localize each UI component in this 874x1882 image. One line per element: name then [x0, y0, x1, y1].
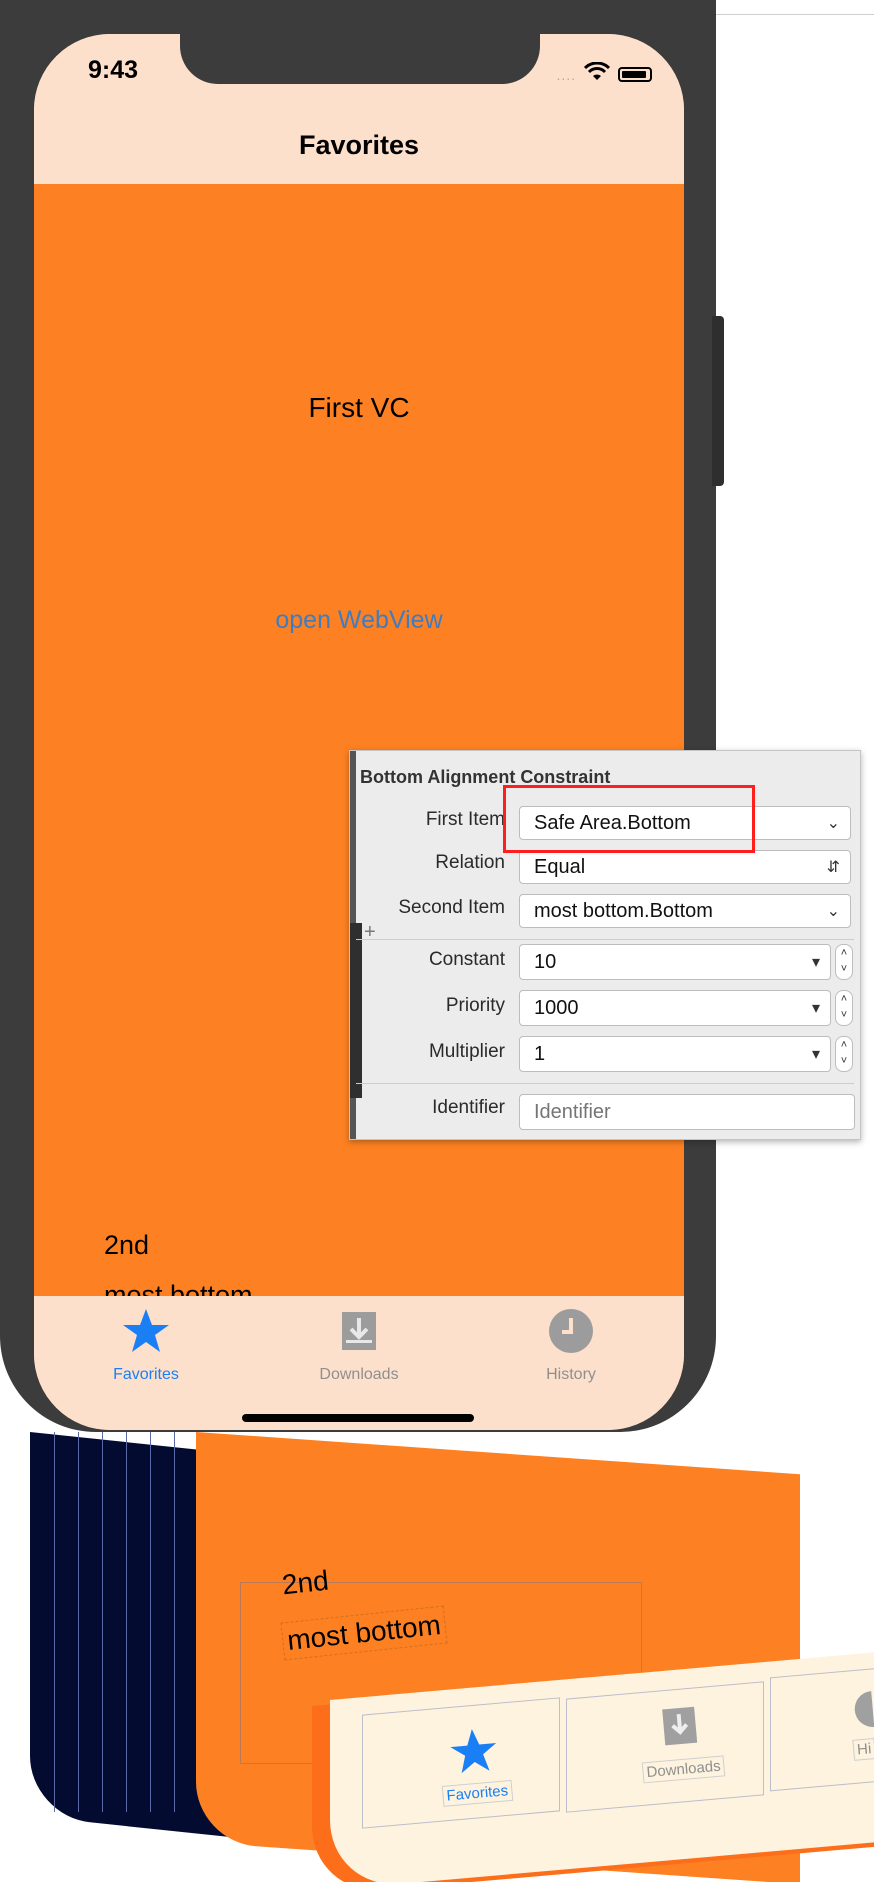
dropdown-triangle-icon: ▾ — [811, 1000, 820, 1017]
wifi-icon — [583, 61, 611, 87]
chevron-down-icon: ⌄ — [826, 815, 840, 832]
layer-edge — [174, 1432, 175, 1812]
relation-value: Equal — [534, 855, 586, 878]
multiplier-label: Multiplier — [428, 1041, 505, 1062]
layer-edge — [126, 1432, 127, 1812]
star-icon — [121, 1306, 171, 1356]
multiplier-stepper[interactable]: ˄ ˅ — [835, 1036, 853, 1072]
dropdown-triangle-icon: ▾ — [811, 954, 820, 971]
identifier-label: Identifier — [432, 1097, 505, 1118]
tab-label-history: History — [546, 1366, 596, 1383]
second-item-value: most bottom.Bottom — [534, 899, 713, 922]
up-down-chevron-icon: ⇵ — [826, 859, 840, 876]
relation-label: Relation — [435, 852, 505, 873]
debug-tab-downloads[interactable]: Downloads — [637, 1699, 726, 1784]
download-icon — [637, 1699, 724, 1761]
multiplier-field[interactable]: 1 ▾ — [519, 1036, 831, 1072]
first-vc-label: First VC — [308, 392, 410, 423]
separator — [356, 939, 854, 940]
tab-downloads[interactable]: Downloads — [259, 1296, 459, 1384]
priority-value: 1000 — [534, 996, 579, 1019]
chevron-down-icon: ⌄ — [826, 903, 840, 920]
open-webview-button[interactable]: open WebView — [34, 606, 684, 635]
status-indicators: .... — [556, 61, 652, 87]
nav-title: Favorites — [298, 130, 420, 160]
constant-field[interactable]: 10 ▾ — [519, 944, 831, 980]
second-item-label: Second Item — [398, 897, 505, 918]
download-icon — [334, 1306, 384, 1356]
layer-edge — [54, 1432, 55, 1812]
debug-tab-label-history: Hi — [852, 1737, 874, 1761]
phone-side-button — [712, 316, 724, 486]
constant-stepper[interactable]: ˄ ˅ — [835, 944, 853, 980]
priority-stepper[interactable]: ˄ ˅ — [835, 990, 853, 1026]
home-indicator — [242, 1414, 474, 1422]
signal-dots: .... — [556, 66, 576, 83]
battery-icon — [618, 67, 652, 82]
debug-tab-favorites[interactable]: Favorites — [437, 1723, 513, 1807]
highlight-box — [503, 785, 755, 853]
clock-icon — [546, 1306, 596, 1356]
panel-edge-dark — [350, 923, 362, 1098]
tab-label-favorites: Favorites — [113, 1366, 179, 1383]
constant-value: 10 — [534, 950, 557, 973]
tab-favorites[interactable]: Favorites — [46, 1296, 246, 1384]
tab-history[interactable]: History — [471, 1296, 671, 1384]
priority-field[interactable]: 1000 ▾ — [519, 990, 831, 1026]
constant-label: Constant — [428, 949, 505, 970]
second-item-popup[interactable]: most bottom.Bottom ⌄ — [519, 894, 851, 928]
multiplier-value: 1 — [534, 1042, 546, 1065]
priority-label: Priority — [445, 995, 505, 1016]
phone-screen: Favorites 9:43 .... First VC open WebVie… — [34, 34, 684, 1430]
view-debugger-3d: 2nd most bottom Favorites Downloads Hi — [0, 1432, 874, 1882]
notch — [180, 34, 540, 84]
separator — [356, 1083, 854, 1084]
relation-popup[interactable]: Equal ⇵ — [519, 850, 851, 884]
layer-edge — [102, 1432, 103, 1812]
first-item-label: First Item — [425, 809, 505, 830]
tab-label-downloads: Downloads — [319, 1366, 399, 1383]
dropdown-triangle-icon: ▾ — [811, 1046, 820, 1063]
layer-edge — [150, 1432, 151, 1812]
clock-icon — [847, 1687, 874, 1738]
second-label: 2nd — [104, 1230, 150, 1260]
phone-frame: Favorites 9:43 .... First VC open WebVie… — [0, 0, 716, 1432]
status-time: 9:43 — [88, 56, 139, 84]
plus-icon: + — [364, 921, 376, 943]
debug-second-label[interactable]: 2nd — [280, 1565, 330, 1602]
layer-edge — [78, 1432, 79, 1812]
star-icon — [437, 1723, 511, 1784]
tab-bar: Favorites Downloads History — [34, 1296, 684, 1430]
identifier-input[interactable] — [519, 1094, 855, 1130]
